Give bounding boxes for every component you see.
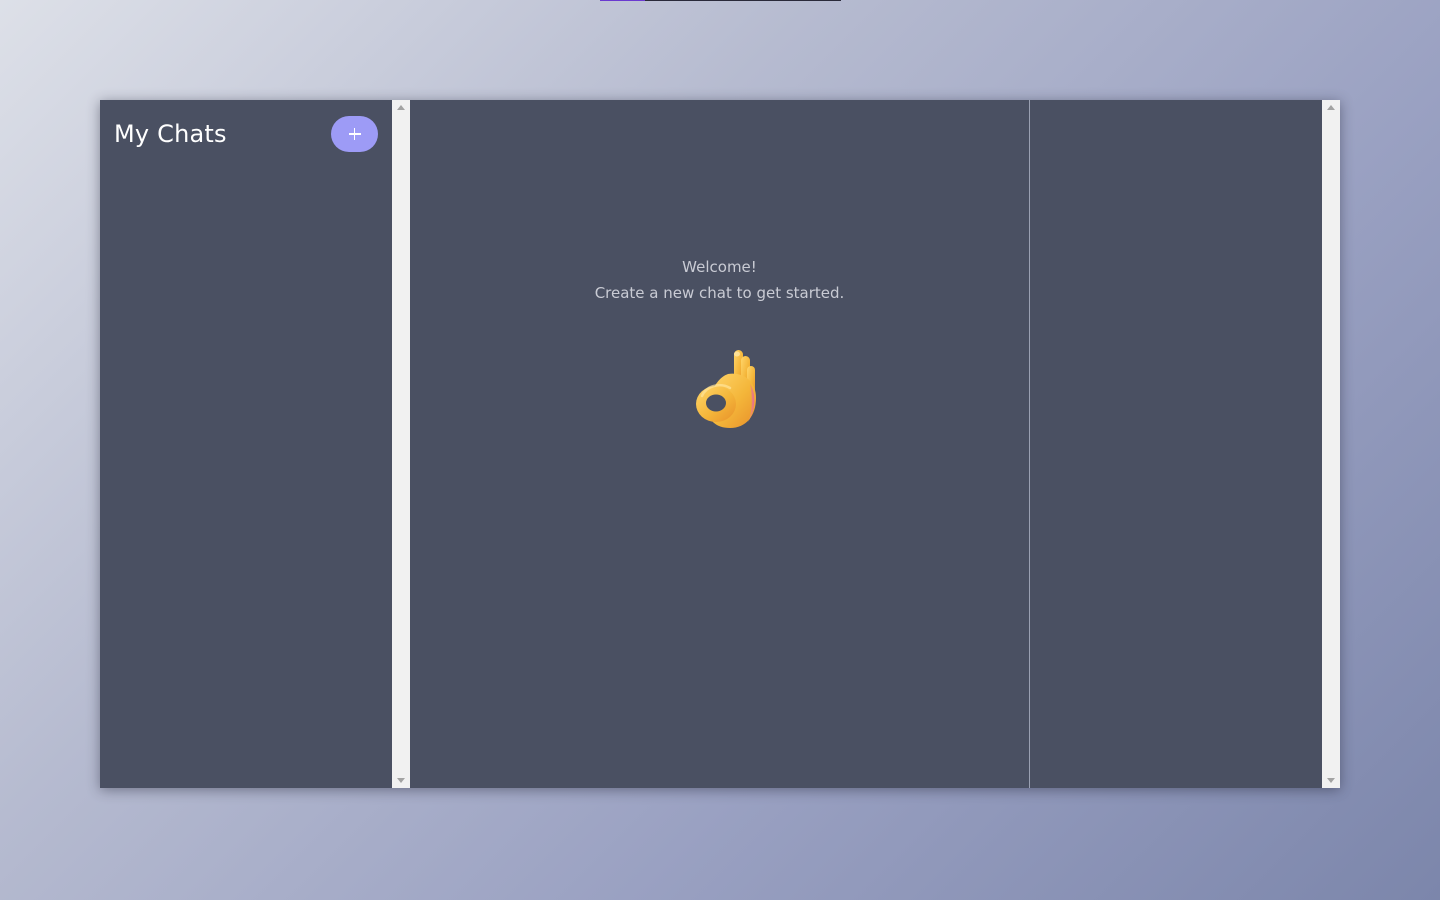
welcome-subtext: Create a new chat to get started. bbox=[594, 284, 845, 302]
right-panel-scrollbar[interactable] bbox=[1322, 100, 1340, 788]
sidebar: My Chats bbox=[100, 100, 392, 788]
plus-icon bbox=[348, 128, 361, 140]
new-chat-button[interactable] bbox=[331, 116, 378, 152]
scroll-up-arrow-icon[interactable] bbox=[397, 105, 405, 110]
scroll-down-arrow-icon[interactable] bbox=[1327, 778, 1335, 783]
app-window: My Chats Welcome! Create a new chat to g… bbox=[100, 100, 1340, 788]
sidebar-scrollbar[interactable] bbox=[392, 100, 410, 788]
sidebar-title: My Chats bbox=[114, 120, 227, 148]
ok-hand-icon bbox=[696, 350, 756, 428]
scroll-down-arrow-icon[interactable] bbox=[397, 778, 405, 783]
welcome-message: Welcome! Create a new chat to get starte… bbox=[410, 254, 1029, 306]
chat-area: Welcome! Create a new chat to get starte… bbox=[410, 100, 1030, 788]
right-panel bbox=[1030, 100, 1322, 788]
top-accent-bar bbox=[600, 0, 841, 1]
scroll-up-arrow-icon[interactable] bbox=[1327, 105, 1335, 110]
welcome-heading: Welcome! bbox=[682, 258, 757, 276]
